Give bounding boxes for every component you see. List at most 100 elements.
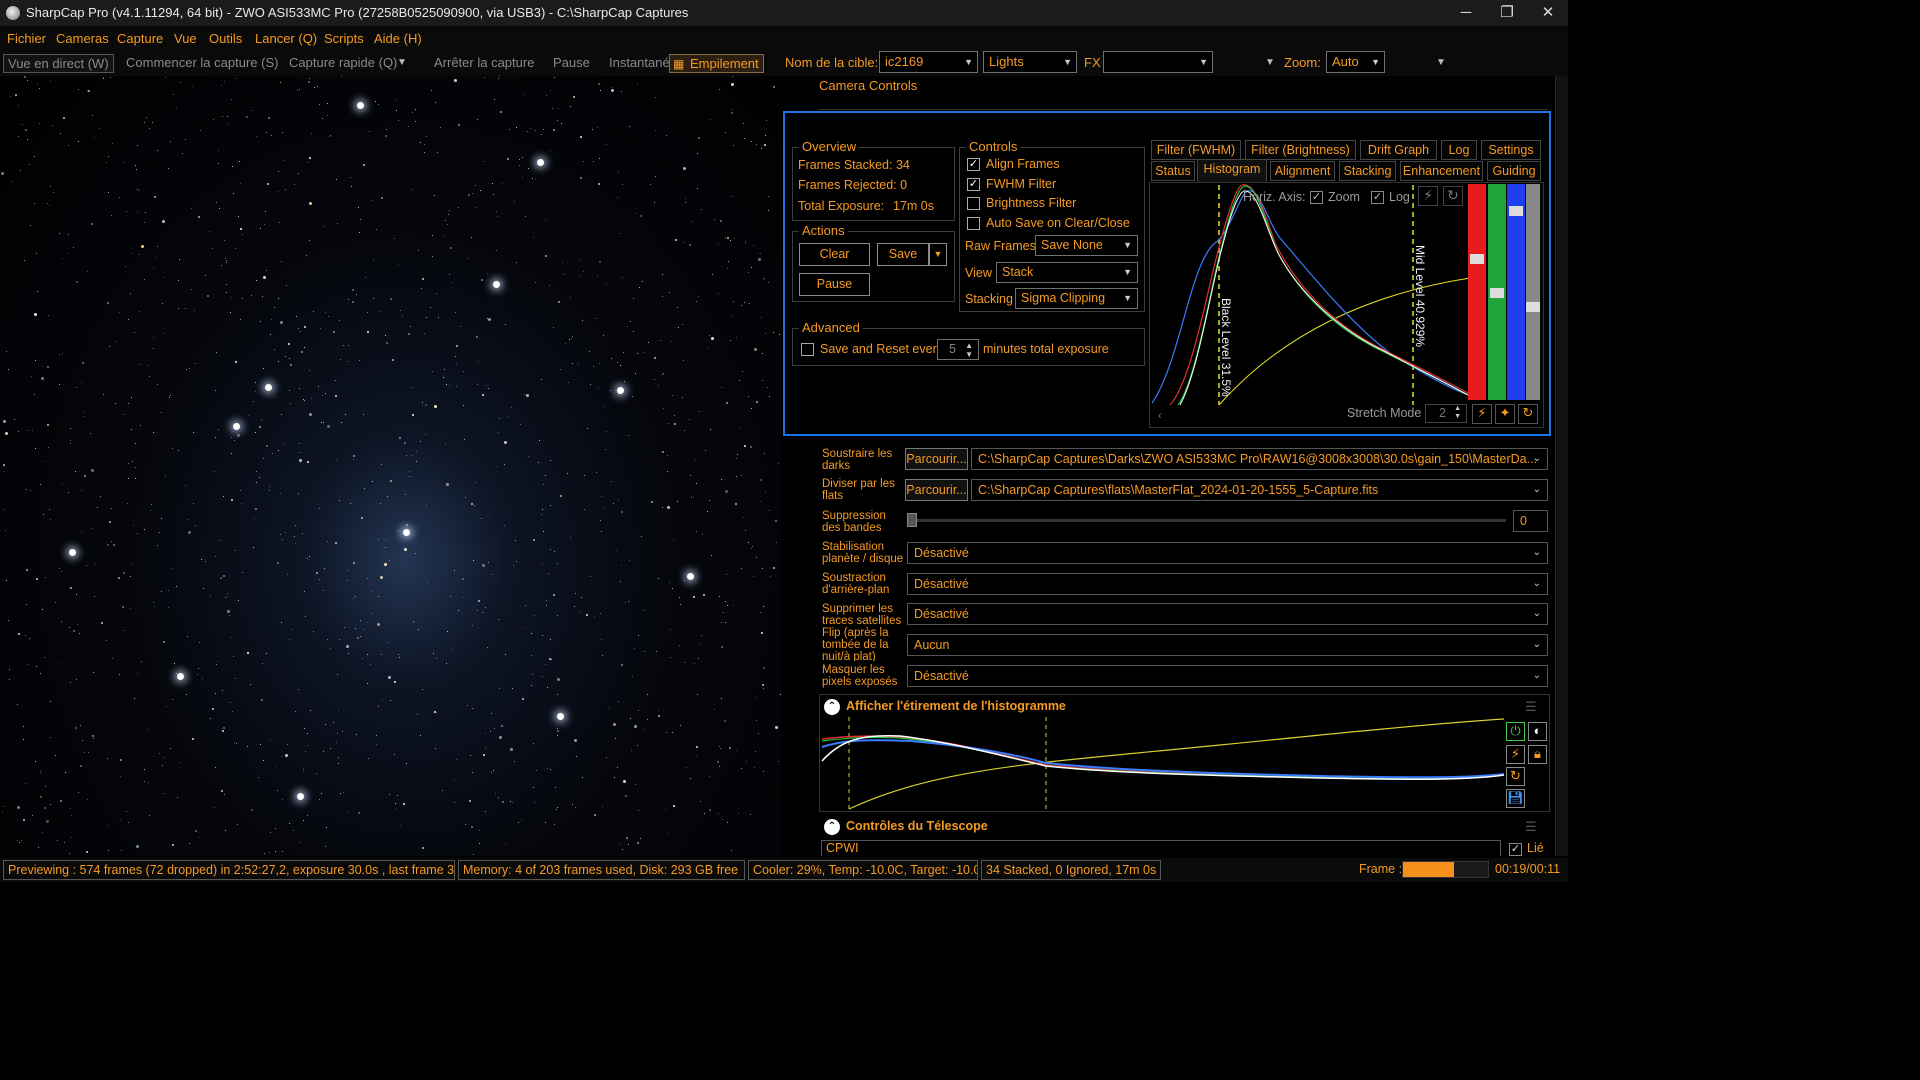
save-stretch-icon[interactable]: 💾︎ [1506,789,1525,808]
telescope-section-header[interactable]: ⌃ Contrôles du Télescope ☰ [819,817,1550,839]
save-options-chevron-icon[interactable]: ▼ [929,243,947,266]
align-frames-checkbox[interactable]: ✓ [967,158,980,171]
blue-level-slider[interactable] [1507,184,1525,400]
tab-drift-graph[interactable]: Drift Graph [1360,140,1437,160]
lock-icon[interactable]: 🔒︎ [1528,745,1547,764]
tab-alignment[interactable]: Alignment [1270,161,1335,181]
auto-save-checkbox[interactable] [967,217,980,230]
display-stretch-histogram[interactable] [820,717,1505,811]
darks-path-select[interactable]: C:\SharpCap Captures\Darks\ZWO ASI533MC … [971,448,1548,470]
minimize-icon[interactable]: ─ [1446,0,1486,26]
tab-histogram[interactable]: Histogram [1197,159,1267,182]
menu-aide[interactable]: Aide (H) [374,31,422,46]
background-select[interactable]: Désactivé ⌄ [907,573,1548,595]
spin-updown-icon[interactable]: ▲ ▼ [965,341,973,359]
browse-darks-button[interactable]: Parcourir... [905,448,968,470]
reset-display-stretch-icon[interactable]: ↻ [1506,767,1525,786]
fwhm-filter-checkbox[interactable]: ✓ [967,178,980,191]
power-icon[interactable]: ⏻ [1506,722,1525,741]
auto-stretch-lightning-icon[interactable]: ⚡ [1418,186,1438,206]
quick-capture-button[interactable]: Capture rapide (Q) [289,54,397,73]
frame-type-select[interactable]: Lights ▼ [983,51,1077,73]
stop-capture-button[interactable]: Arrêter la capture [434,54,534,73]
flats-path-select[interactable]: C:\SharpCap Captures\flats\MasterFlat_20… [971,479,1548,501]
browse-flats-button[interactable]: Parcourir... [905,479,968,501]
star [310,710,311,711]
hot-pixels-select[interactable]: Désactivé ⌄ [907,665,1548,687]
camera-controls-scrollbar[interactable] [819,96,1548,110]
menu-capture[interactable]: Capture [117,31,163,46]
apply-stretch-lightning-icon[interactable]: ⚡ [1472,404,1492,424]
star [662,451,664,453]
scroll-left-icon[interactable]: ‹ [1158,410,1162,422]
stretch-section-header[interactable]: ⌃ Afficher l'étirement de l'histogramme … [819,697,1550,719]
pause-stack-button[interactable]: Pause [799,273,870,296]
fx-select[interactable]: ▼ [1103,51,1213,73]
tab-filter-fwhm[interactable]: Filter (FWHM) [1151,140,1241,160]
stretch-mode-input[interactable]: 2 ▲ ▼ [1425,404,1467,423]
red-level-slider[interactable] [1468,184,1486,400]
linked-checkbox[interactable]: ✓ [1509,843,1522,856]
mount-select[interactable]: CPWI [821,840,1501,856]
tab-enhancement[interactable]: Enhancement [1400,161,1483,181]
menu-fichier[interactable]: Fichier [7,31,46,46]
flip-select[interactable]: Aucun ⌄ [907,634,1548,656]
tab-status[interactable]: Status [1151,161,1195,181]
log-checkbox[interactable]: ✓ [1371,191,1384,204]
satellite-select[interactable]: Désactivé ⌄ [907,603,1548,625]
raw-frames-select[interactable]: Save None ▼ [1035,235,1138,256]
star-stretch-icon[interactable]: ✦ [1495,404,1515,424]
maximize-icon[interactable]: ❐ [1487,0,1527,26]
panel-scrollbar[interactable] [1555,76,1568,856]
chevron-down-icon[interactable]: ▼ [397,54,407,73]
green-level-slider[interactable] [1488,184,1506,400]
zoom-select[interactable]: Auto ▼ [1326,51,1385,73]
menu-vue[interactable]: Vue [174,31,197,46]
live-view-button[interactable]: Vue en direct (W) [3,54,114,73]
tab-guiding[interactable]: Guiding [1487,161,1541,181]
chevron-down-icon[interactable]: ▼ [1265,54,1275,73]
collapse-up-icon[interactable]: ⌃ [824,699,840,715]
tab-stacking[interactable]: Stacking [1339,161,1396,181]
zoom-checkbox[interactable]: ✓ [1310,191,1323,204]
star [548,573,549,574]
reset-stretch-icon[interactable]: ↻ [1518,404,1538,424]
menu-lancer[interactable]: Lancer (Q) [255,31,317,46]
live-image-view[interactable] [0,76,781,856]
star [144,279,145,280]
target-name-input[interactable]: ic2169 ▼ [879,51,978,73]
tab-settings[interactable]: Settings [1481,140,1541,160]
contrast-icon[interactable]: ◐ [1528,722,1547,741]
banding-value-input[interactable]: 0 [1513,510,1548,532]
banding-slider[interactable] [907,513,1506,527]
luminance-level-slider[interactable] [1526,184,1540,400]
close-icon[interactable]: ✕ [1528,0,1568,26]
view-select[interactable]: Stack ▼ [996,262,1138,283]
brightness-filter-checkbox[interactable] [967,197,980,210]
tab-filter-brightness[interactable]: Filter (Brightness) [1245,140,1356,160]
star [18,136,19,137]
collapse-up-icon[interactable]: ⌃ [824,819,840,835]
chevron-down-icon[interactable]: ▼ [1436,54,1446,73]
stabilization-select[interactable]: Désactivé ⌄ [907,542,1548,564]
clear-button[interactable]: Clear [799,243,870,266]
save-reset-minutes-input[interactable]: 5 ▲ ▼ [937,339,979,360]
stacking-select[interactable]: Sigma Clipping ▼ [1015,288,1138,309]
pause-button[interactable]: Pause [553,54,590,73]
menu-lines-icon[interactable]: ☰ [1525,819,1537,835]
menu-outils[interactable]: Outils [209,31,242,46]
tab-log[interactable]: Log [1441,140,1477,160]
menu-scripts[interactable]: Scripts [324,31,364,46]
start-capture-button[interactable]: Commencer la capture (S) [126,54,278,73]
spin-updown-icon[interactable]: ▲ ▼ [1454,405,1461,421]
stacking-button[interactable]: ▦ Empilement [669,54,764,73]
reset-icon[interactable]: ↻ [1443,186,1463,206]
save-button[interactable]: Save [877,243,929,266]
menu-lines-icon[interactable]: ☰ [1525,699,1537,715]
save-reset-checkbox[interactable] [801,343,814,356]
bright-star [493,281,500,288]
snapshot-button[interactable]: Instantané [609,54,670,73]
menu-cameras[interactable]: Cameras [56,31,109,46]
star [298,173,299,174]
auto-stretch-icon[interactable]: ⚡ [1506,745,1525,764]
